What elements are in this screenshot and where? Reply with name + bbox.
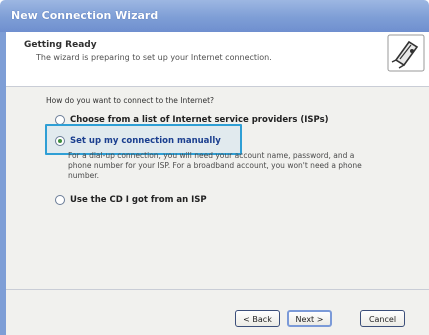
next-button[interactable]: Next > [287, 310, 332, 327]
option-setup-manually-label: Set up my connection manually [70, 136, 221, 146]
wizard-window: New Connection Wizard Getting Ready The … [0, 0, 429, 335]
header-subtitle: The wizard is preparing to set up your I… [36, 53, 272, 62]
back-button[interactable]: < Back [235, 310, 280, 327]
window-title: New Connection Wizard [11, 9, 159, 22]
option-use-cd-label: Use the CD I got from an ISP [70, 195, 207, 205]
radio-use-cd[interactable] [55, 195, 65, 205]
radio-setup-manually[interactable] [55, 136, 65, 146]
header-title: Getting Ready [24, 40, 97, 50]
wizard-connection-icon [387, 34, 425, 72]
cancel-button[interactable]: Cancel [360, 310, 405, 327]
manual-setup-description: For a dial-up connection, you will need … [68, 151, 362, 180]
option-use-cd[interactable]: Use the CD I got from an ISP [55, 195, 207, 205]
window-titlebar[interactable]: New Connection Wizard [0, 0, 429, 32]
wizard-header: Getting Ready The wizard is preparing to… [6, 32, 429, 87]
connection-question: How do you want to connect to the Intern… [46, 96, 215, 105]
option-setup-manually[interactable]: Set up my connection manually [55, 136, 221, 146]
